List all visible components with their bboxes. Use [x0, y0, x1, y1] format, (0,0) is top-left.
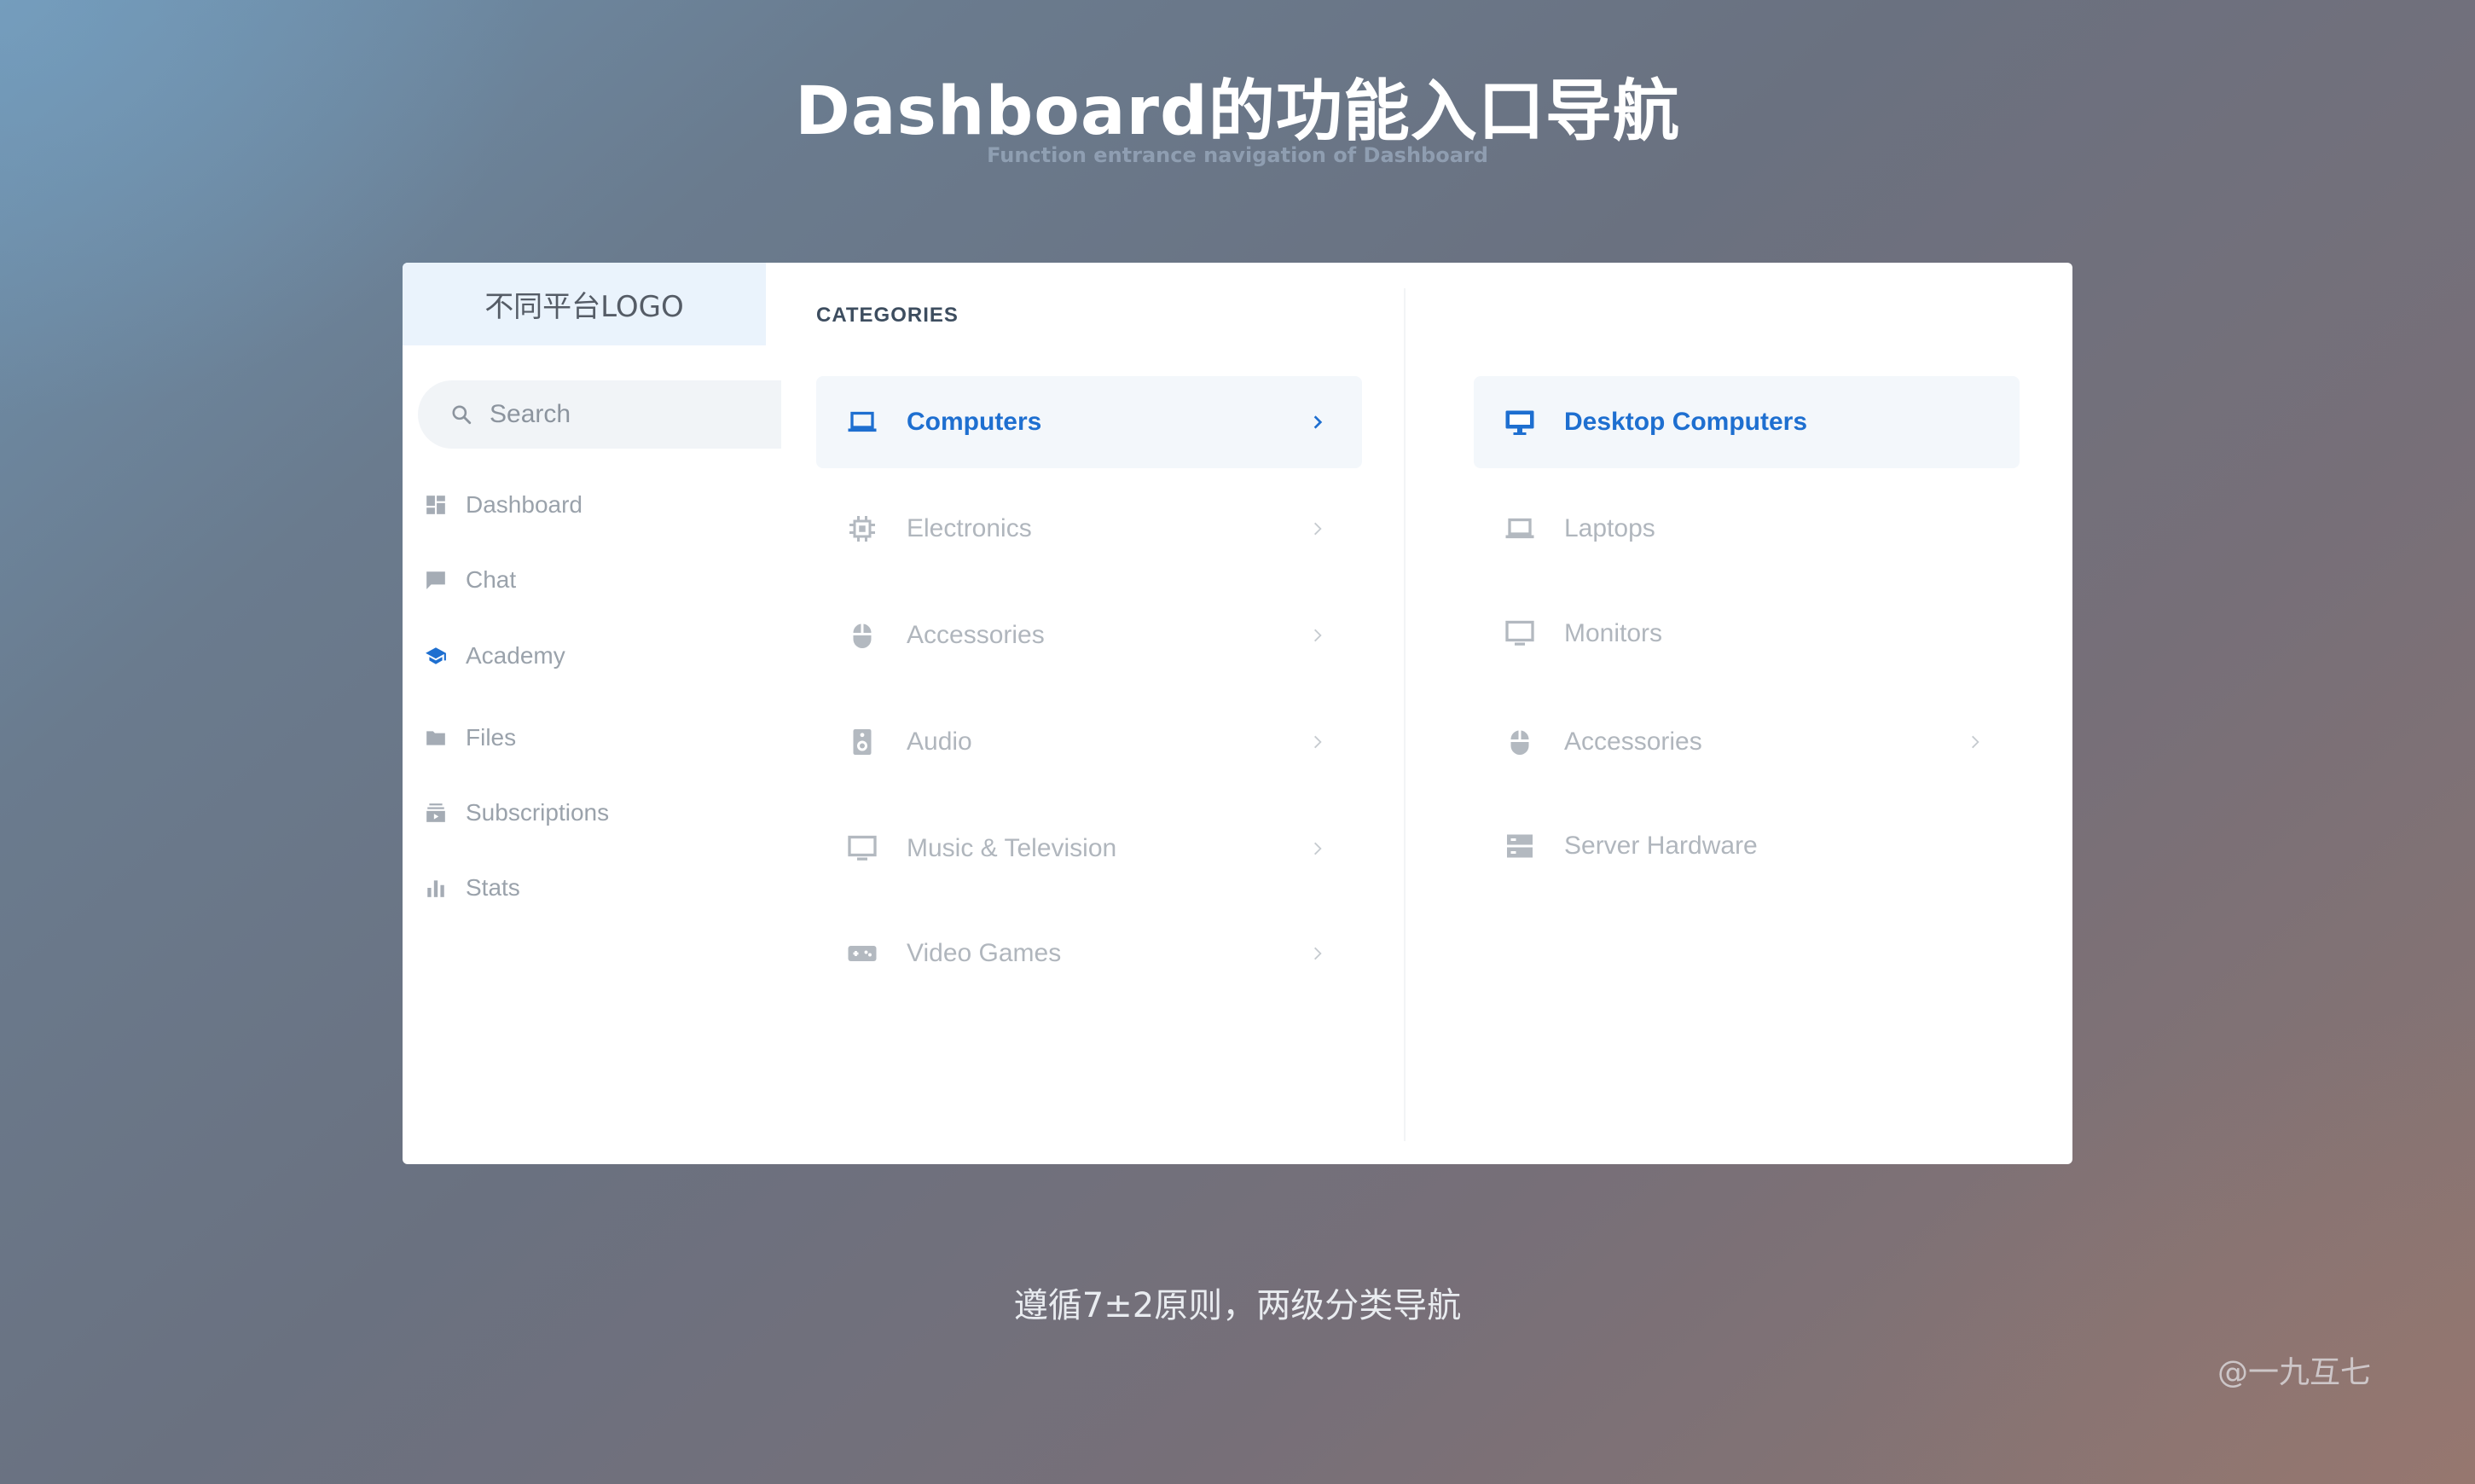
author-watermark: @一九互七 [2217, 1355, 2371, 1390]
category-label: Electronics [907, 514, 1032, 542]
gamepad-icon [848, 946, 877, 961]
category-item-computers[interactable]: Computers [816, 376, 1362, 468]
bar-chart-icon [427, 880, 444, 897]
search-input[interactable] [490, 400, 745, 429]
page-subtitle: Function entrance navigation of Dashboar… [987, 143, 1488, 167]
category-item-accessories[interactable]: Accessories [816, 589, 1362, 681]
subcategory-label: Desktop Computers [1564, 408, 1808, 436]
mouse-icon [853, 623, 872, 648]
subcategory-label: Laptops [1564, 514, 1655, 542]
school-icon [426, 647, 446, 664]
speaker-icon [853, 729, 872, 755]
search-box[interactable] [418, 380, 781, 449]
platform-logo[interactable]: 不同平台LOGO [403, 263, 766, 345]
monitor-icon [1505, 620, 1534, 646]
dashboard-icon [426, 496, 445, 514]
laptop-icon [1505, 518, 1534, 539]
chevron-right-icon [1313, 415, 1323, 429]
desktop-icon [1505, 410, 1534, 435]
subcategory-item-accessories[interactable]: Accessories [1474, 696, 2020, 788]
category-label: Accessories [907, 621, 1045, 649]
page-title: Dashboard的功能入口导航 [795, 73, 1680, 150]
dashboard-card: 不同平台LOGO Dashboard Chat [403, 263, 2072, 1164]
category-item-music-television[interactable]: Music & Television [816, 803, 1362, 895]
chevron-right-icon [1314, 842, 1322, 855]
subcategory-label: Monitors [1564, 619, 1663, 647]
chevron-right-icon [1314, 522, 1322, 536]
sidebar-item-subscriptions[interactable]: Subscriptions [425, 787, 749, 838]
category-item-video-games[interactable]: Video Games [816, 907, 1362, 1000]
sidebar-item-label: Chat [466, 566, 517, 593]
subcategory-label: Accessories [1564, 728, 1702, 756]
sidebar-item-files[interactable]: Files [425, 712, 749, 763]
sidebar-item-dashboard[interactable]: Dashboard [425, 479, 749, 530]
chevron-right-icon [1314, 629, 1322, 642]
subcategory-item-laptops[interactable]: Laptops [1474, 483, 2020, 575]
folder-icon [426, 731, 445, 745]
subcategory-item-monitors[interactable]: Monitors [1474, 588, 2020, 680]
category-item-electronics[interactable]: Electronics [816, 483, 1362, 575]
subscriptions-icon [426, 803, 445, 822]
column-divider [1404, 288, 1406, 1141]
category-item-audio[interactable]: Audio [816, 696, 1362, 788]
sidebar-item-label: Dashboard [466, 491, 583, 518]
subcategory-item-desktop-computers[interactable]: Desktop Computers [1474, 376, 2020, 468]
tv-icon [848, 835, 877, 861]
sidebar-item-academy[interactable]: Academy [425, 630, 749, 681]
laptop-icon [848, 411, 877, 432]
sidebar-item-stats[interactable]: Stats [425, 862, 749, 913]
sidebar-item-label: Files [466, 724, 517, 751]
chip-icon [849, 516, 875, 542]
subcategory-item-server-hardware[interactable]: Server Hardware [1474, 800, 2020, 892]
categories-heading: CATEGORIES [816, 304, 959, 327]
chevron-right-icon [1972, 735, 1979, 749]
category-label: Video Games [907, 939, 1062, 967]
chevron-right-icon [1314, 735, 1322, 749]
sidebar-item-label: Stats [466, 874, 520, 901]
sidebar-item-label: Academy [466, 642, 565, 669]
category-label: Music & Television [907, 834, 1117, 862]
subcategory-label: Server Hardware [1564, 832, 1758, 860]
chat-icon [426, 571, 445, 589]
sidebar-item-label: Subscriptions [466, 799, 610, 826]
category-label: Audio [907, 728, 972, 756]
sidebar: 不同平台LOGO Dashboard Chat [403, 263, 781, 1164]
category-label: Computers [907, 408, 1042, 436]
sidebar-item-chat[interactable]: Chat [425, 554, 749, 606]
chevron-right-icon [1314, 947, 1322, 960]
server-icon [1507, 834, 1533, 858]
page-caption: 遵循7±2原则，两级分类导航 [1013, 1286, 1462, 1325]
mouse-icon [1510, 730, 1529, 755]
search-icon [452, 405, 472, 425]
